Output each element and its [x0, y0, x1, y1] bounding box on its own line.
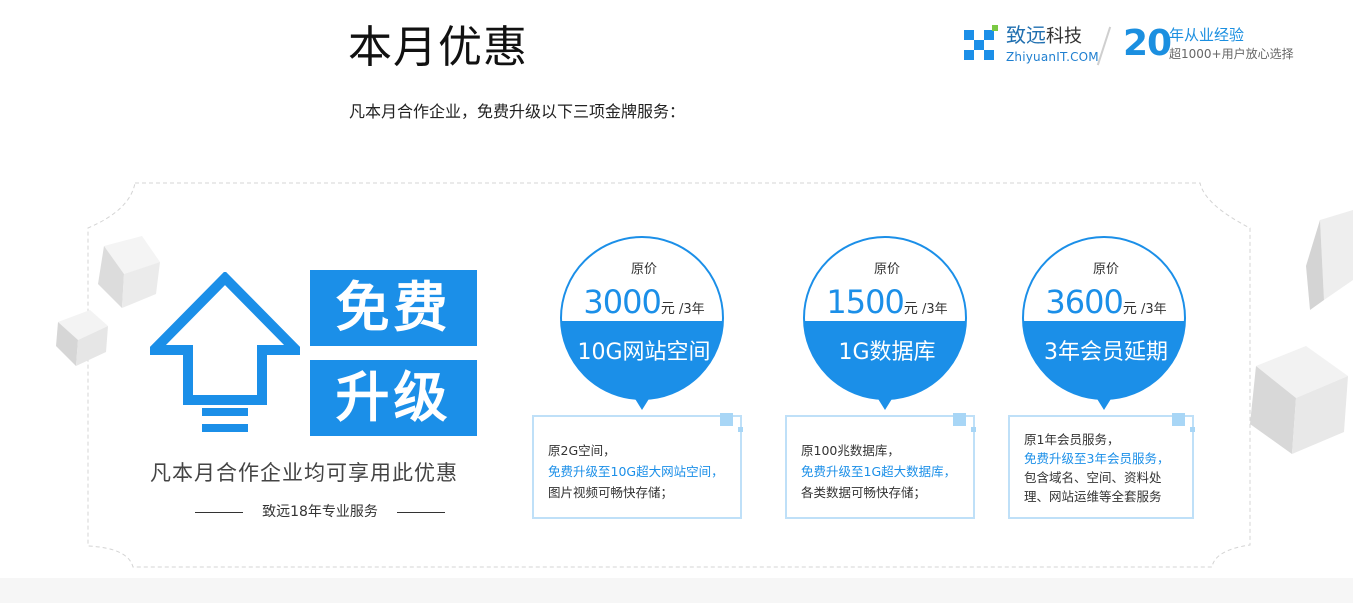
- offer-badge: 原价 1500元 /3年 1G数据库: [803, 236, 967, 414]
- price-value: 3000: [583, 283, 661, 321]
- original-price-label: 原价: [873, 262, 900, 277]
- corner-decoration: [953, 413, 966, 426]
- offer-card[interactable]: 原价 3600元 /3年 3年会员延期 原1年会员服务， 免费升级至3年会员服务…: [1008, 0, 1248, 603]
- cube-decoration-icon: [1250, 346, 1348, 454]
- original-price: 3000元 /3年: [562, 282, 722, 330]
- offer-circle: 原价 3000元 /3年 10G网站空间: [560, 236, 724, 400]
- price-period: /3年: [1136, 302, 1167, 317]
- offer-card[interactable]: 原价 1500元 /3年 1G数据库 原100兆数据库， 免费升级至1G超大数据…: [785, 0, 1025, 603]
- offer-badge: 原价 3600元 /3年 3年会员延期: [1022, 236, 1186, 414]
- desc-line: 包含域名、空间、资料处: [1024, 470, 1162, 485]
- corner-decoration: [720, 413, 733, 426]
- desc-line: 理、网站运维等全套服务: [1024, 489, 1162, 504]
- desc-highlight: 免费升级至10G超大网站空间，: [548, 464, 724, 479]
- promo-free-label: 免费: [310, 270, 477, 346]
- original-price-label: 原价: [630, 262, 657, 277]
- badge-pointer: [875, 394, 895, 410]
- corner-decoration: [738, 427, 743, 432]
- badge-pointer: [632, 394, 652, 410]
- original-price-label: 原价: [1092, 262, 1119, 277]
- cube-decoration-icon: [56, 310, 108, 366]
- original-price: 3600元 /3年: [1024, 282, 1184, 330]
- service-name: 10G网站空间: [577, 340, 711, 365]
- desc-line: 原1年会员服务，: [1024, 432, 1120, 447]
- offer-card[interactable]: 原价 3000元 /3年 10G网站空间 原2G空间， 免费升级至10G超大网站…: [532, 0, 772, 603]
- price-period: /3年: [917, 302, 948, 317]
- service-name: 3年会员延期: [1044, 340, 1168, 365]
- price-unit: 元: [660, 301, 675, 317]
- cube-decoration-icon: [1306, 210, 1353, 310]
- badge-pointer: [1094, 394, 1114, 410]
- desc-line: 原100兆数据库，: [801, 443, 900, 458]
- price-value: 1500: [826, 283, 904, 321]
- price-unit: 元: [903, 301, 918, 317]
- price-unit: 元: [1122, 301, 1137, 317]
- price-value: 3600: [1045, 283, 1123, 321]
- promo-tagline: 凡本月合作企业均可享用此优惠: [150, 461, 458, 485]
- offer-circle: 原价 3600元 /3年 3年会员延期: [1022, 236, 1186, 400]
- signature-line-right: [397, 512, 445, 513]
- promo-signature: 致远18年专业服务: [195, 502, 445, 522]
- service-name: 1G数据库: [838, 340, 936, 365]
- promo-upgrade-label: 升级: [310, 360, 477, 436]
- offer-description: 原2G空间， 免费升级至10G超大网站空间， 图片视频可畅快存储；: [532, 413, 743, 519]
- desc-line: 图片视频可畅快存储；: [548, 485, 674, 500]
- price-period: /3年: [674, 302, 705, 317]
- corner-decoration: [1172, 413, 1185, 426]
- offer-circle: 原价 1500元 /3年 1G数据库: [803, 236, 967, 400]
- desc-line: 原2G空间，: [548, 443, 616, 458]
- corner-decoration: [1190, 427, 1195, 432]
- corner-decoration: [971, 427, 976, 432]
- page-title: 本月优惠: [348, 22, 528, 73]
- desc-highlight: 免费升级至1G超大数据库，: [801, 464, 957, 479]
- offer-badge: 原价 3000元 /3年 10G网站空间: [560, 236, 724, 414]
- original-price: 1500元 /3年: [805, 282, 965, 330]
- offer-description: 原100兆数据库， 免费升级至1G超大数据库， 各类数据可畅快存储；: [785, 413, 976, 519]
- upgrade-arrow-icon: [150, 272, 300, 432]
- offer-description: 原1年会员服务， 免费升级至3年会员服务， 包含域名、空间、资料处 理、网站运维…: [1008, 413, 1195, 519]
- desc-highlight: 免费升级至3年会员服务，: [1024, 451, 1170, 466]
- desc-line: 各类数据可畅快存储；: [801, 485, 927, 500]
